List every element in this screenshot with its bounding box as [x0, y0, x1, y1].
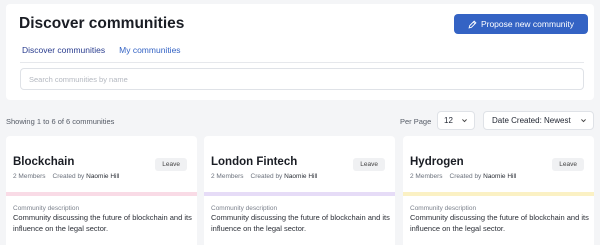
community-name: Blockchain: [13, 156, 75, 168]
member-count: 2 Members: [13, 173, 46, 180]
community-card-blockchain[interactable]: Blockchain Leave 2 Members Created by Nao…: [6, 136, 197, 245]
member-count: 2 Members: [410, 173, 443, 180]
created-by-label: Created by: [250, 173, 283, 180]
chevron-down-icon: [462, 119, 467, 123]
community-name: London Fintech: [211, 156, 298, 168]
member-count: 2 Members: [211, 173, 244, 180]
page-title: Discover communities: [19, 15, 185, 32]
tab-bar: Discover communities My communities: [20, 45, 183, 63]
community-description: Community discussing the future of block…: [410, 213, 589, 233]
created-by-label: Created by: [52, 173, 85, 180]
propose-community-button[interactable]: Propose new community: [454, 14, 588, 34]
description-label: Community description: [211, 205, 278, 212]
community-meta: 2 Members Created by Naomie Hill: [211, 173, 317, 180]
community-description: Community discussing the future of block…: [211, 213, 390, 233]
sort-select[interactable]: Date Created: Newest: [483, 111, 594, 130]
card-color-strip: [204, 192, 395, 196]
header-card: Discover communities Propose new communi…: [6, 4, 594, 100]
leave-button[interactable]: Leave: [155, 158, 187, 171]
card-color-strip: [403, 192, 594, 196]
creator-name[interactable]: Naomie Hill: [86, 173, 119, 180]
tab-divider: [20, 62, 584, 63]
community-meta: 2 Members Created by Naomie Hill: [13, 173, 119, 180]
creator-name[interactable]: Naomie Hill: [284, 173, 317, 180]
description-label: Community description: [13, 205, 80, 212]
description-label: Community description: [410, 205, 477, 212]
search-input[interactable]: [21, 69, 583, 90]
per-page-value: 12: [444, 116, 453, 125]
creator-name[interactable]: Naomie Hill: [483, 173, 516, 180]
tab-discover-communities[interactable]: Discover communities: [20, 45, 108, 63]
pencil-icon: [468, 19, 477, 28]
results-count-text: Showing 1 to 6 of 6 communities: [6, 117, 115, 126]
tab-my-communities[interactable]: My communities: [117, 45, 182, 63]
community-card-london-fintech[interactable]: London Fintech Leave 2 Members Created by…: [204, 136, 395, 245]
community-meta: 2 Members Created by Naomie Hill: [410, 173, 516, 180]
propose-button-label: Propose new community: [480, 19, 575, 29]
per-page-select[interactable]: 12: [437, 111, 475, 130]
community-description: Community discussing the future of block…: [13, 213, 192, 233]
chevron-down-icon: [581, 119, 586, 123]
card-color-strip: [6, 192, 197, 196]
sort-value: Date Created: Newest: [492, 116, 571, 125]
leave-button[interactable]: Leave: [353, 158, 385, 171]
community-card-hydrogen[interactable]: Hydrogen Leave 2 Members Created by Naomi…: [403, 136, 594, 245]
community-name: Hydrogen: [410, 156, 464, 168]
created-by-label: Created by: [449, 173, 482, 180]
per-page-label: Per Page: [400, 117, 432, 126]
leave-button[interactable]: Leave: [552, 158, 584, 171]
search-box: [20, 68, 584, 90]
